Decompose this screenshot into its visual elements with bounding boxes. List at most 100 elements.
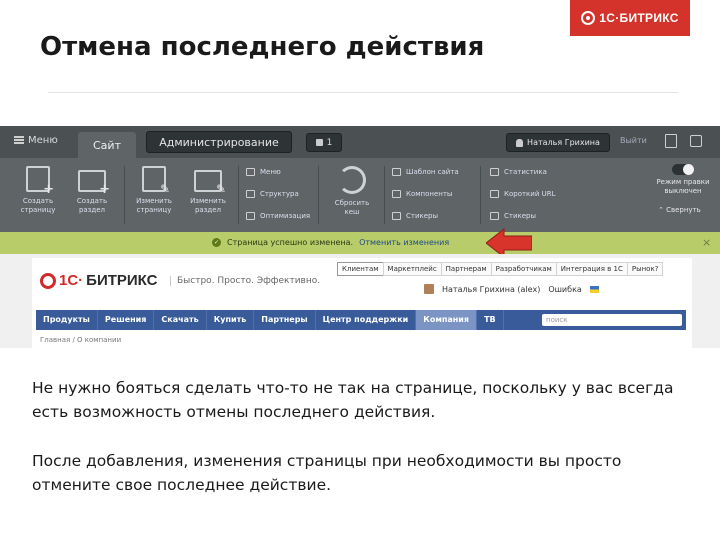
sticker-icon bbox=[392, 212, 401, 220]
menu-item-statistics[interactable]: Статистика bbox=[490, 168, 547, 176]
edit-page-icon bbox=[142, 166, 170, 196]
site-user-line: Наталья Грихина (alex) Ошибка bbox=[424, 284, 599, 294]
menu-item-short-url[interactable]: Короткий URL bbox=[490, 190, 556, 198]
site-search-input[interactable]: поиск bbox=[542, 314, 682, 326]
menu-item-label: Меню bbox=[260, 168, 281, 176]
nav-item[interactable]: ТВ bbox=[477, 310, 504, 330]
nav-item[interactable]: Купить bbox=[207, 310, 255, 330]
top-link[interactable]: Клиентам bbox=[337, 262, 384, 276]
link-icon bbox=[490, 190, 499, 198]
main-navigation: Продукты Решения Скачать Купить Партнеры… bbox=[36, 310, 686, 330]
menu-item-label: Статистика bbox=[504, 168, 547, 176]
close-icon[interactable]: × bbox=[702, 236, 711, 249]
avatar bbox=[424, 284, 434, 294]
edit-folder-icon bbox=[194, 170, 226, 196]
components-icon bbox=[392, 190, 401, 198]
top-link[interactable]: Интеграция в 1С bbox=[555, 262, 628, 276]
site-logo-left: 1С· bbox=[59, 272, 84, 289]
template-icon bbox=[392, 168, 401, 176]
notification-text: Страница успешно изменена. bbox=[227, 238, 354, 247]
settings-icon[interactable] bbox=[690, 135, 702, 147]
toolbar-divider bbox=[480, 166, 481, 224]
site-header: 1С· БИТРИКС Быстро. Просто. Эффективно. К… bbox=[32, 258, 692, 348]
menu-item-site-template[interactable]: Шаблон сайта bbox=[392, 168, 459, 176]
create-page-button[interactable]: Создать страницу bbox=[10, 166, 66, 215]
top-link[interactable]: Маркетплейс bbox=[382, 262, 442, 276]
chart-icon bbox=[246, 212, 255, 220]
edit-mode-label: Режим правки выключен bbox=[656, 178, 710, 195]
admin-topbar: Меню Сайт Администрирование 1 Наталья Гр… bbox=[0, 126, 720, 158]
menu-item-label: Короткий URL bbox=[504, 190, 556, 198]
site-user-name[interactable]: Наталья Грихина (alex) bbox=[442, 285, 540, 294]
body-paragraph-1: Не нужно бояться сделать что-то не так н… bbox=[32, 379, 674, 421]
menu-item-label: Стикеры bbox=[504, 212, 537, 220]
structure-icon bbox=[246, 190, 255, 198]
toolbar-divider bbox=[238, 166, 239, 224]
slide-title: Отмена последнего действия bbox=[40, 32, 485, 62]
user-name: Наталья Грихина bbox=[527, 138, 600, 147]
logo-icon bbox=[581, 11, 596, 25]
clear-cache-button[interactable]: Сбросить кеш bbox=[328, 166, 376, 217]
menu-item-menu[interactable]: Меню bbox=[246, 168, 281, 176]
clear-cache-label: Сбросить кеш bbox=[334, 199, 370, 216]
new-folder-icon bbox=[78, 170, 110, 196]
top-link[interactable]: Рынок? bbox=[626, 262, 664, 276]
top-link[interactable]: Разработчикам bbox=[490, 262, 557, 276]
menu-item-label: Шаблон сайта bbox=[406, 168, 459, 176]
menu-item-stickers[interactable]: Стикеры bbox=[392, 212, 438, 220]
create-page-label: Создать страницу bbox=[20, 197, 56, 214]
title-divider bbox=[48, 92, 678, 93]
notification-message: ✓ Страница успешно изменена. Отменить из… bbox=[212, 238, 449, 247]
site-logo[interactable]: 1С· БИТРИКС bbox=[40, 272, 157, 289]
document-icon[interactable] bbox=[665, 134, 677, 148]
notifications-button[interactable]: 1 bbox=[306, 133, 342, 152]
menu-label: Меню bbox=[28, 135, 58, 146]
nav-item[interactable]: Решения bbox=[98, 310, 155, 330]
brand-logo: 1С·БИТРИКС bbox=[570, 0, 690, 36]
nav-item[interactable]: Продукты bbox=[36, 310, 98, 330]
menu-item-structure[interactable]: Структура bbox=[246, 190, 299, 198]
edit-section-button[interactable]: Изменить раздел bbox=[180, 166, 236, 215]
top-link[interactable]: Партнерам bbox=[440, 262, 492, 276]
menu-button[interactable]: Меню bbox=[14, 135, 58, 146]
undo-changes-link[interactable]: Отменить изменения bbox=[359, 238, 449, 247]
list-icon bbox=[246, 168, 255, 176]
create-section-button[interactable]: Создать раздел bbox=[64, 166, 120, 215]
toolbar-divider bbox=[124, 166, 125, 224]
create-section-label: Создать раздел bbox=[76, 197, 108, 214]
site-logo-right: БИТРИКС bbox=[86, 272, 158, 289]
body-paragraph-2: После добавления, изменения страницы при… bbox=[32, 452, 622, 494]
check-icon: ✓ bbox=[212, 238, 221, 247]
edit-page-label: Изменить страницу bbox=[136, 197, 172, 214]
user-menu-button[interactable]: Наталья Грихина bbox=[506, 133, 610, 152]
menu-item-optimization[interactable]: Оптимизация bbox=[246, 212, 310, 220]
toggle-switch-icon bbox=[672, 164, 694, 175]
menu-item-stickers-2[interactable]: Стикеры bbox=[490, 212, 536, 220]
nav-item[interactable]: Скачать bbox=[154, 310, 207, 330]
menu-item-components[interactable]: Компоненты bbox=[392, 190, 452, 198]
toolbar-divider bbox=[318, 166, 319, 224]
new-page-icon bbox=[26, 166, 54, 196]
menu-item-label: Оптимизация bbox=[260, 212, 311, 220]
logout-link[interactable]: Выйти bbox=[620, 136, 647, 145]
top-links: Клиентам Маркетплейс Партнерам Разработч… bbox=[337, 262, 664, 276]
site-slogan: Быстро. Просто. Эффективно. bbox=[170, 276, 320, 286]
edit-mode-toggle[interactable]: Режим правки выключен bbox=[650, 164, 716, 196]
edit-page-button[interactable]: Изменить страницу bbox=[126, 166, 182, 215]
site-preview: 1С· БИТРИКС Быстро. Просто. Эффективно. К… bbox=[0, 254, 720, 348]
nav-item-active[interactable]: Компания bbox=[416, 310, 478, 330]
nav-item[interactable]: Центр поддержки bbox=[316, 310, 417, 330]
tab-site[interactable]: Сайт bbox=[78, 132, 136, 158]
nav-item[interactable]: Партнеры bbox=[254, 310, 316, 330]
hamburger-icon bbox=[14, 136, 24, 144]
success-notification-bar: ✓ Страница успешно изменена. Отменить из… bbox=[0, 232, 720, 254]
tab-administration[interactable]: Администрирование bbox=[146, 131, 292, 153]
site-status[interactable]: Ошибка bbox=[548, 285, 581, 294]
edit-section-label: Изменить раздел bbox=[190, 197, 226, 214]
logo-icon bbox=[40, 272, 56, 289]
user-icon bbox=[516, 138, 524, 147]
menu-item-label: Компоненты bbox=[406, 190, 453, 198]
collapse-button[interactable]: ⌃ Свернуть bbox=[658, 206, 701, 214]
flag-icon[interactable] bbox=[589, 285, 599, 293]
breadcrumb: Главная / О компании bbox=[40, 336, 122, 344]
